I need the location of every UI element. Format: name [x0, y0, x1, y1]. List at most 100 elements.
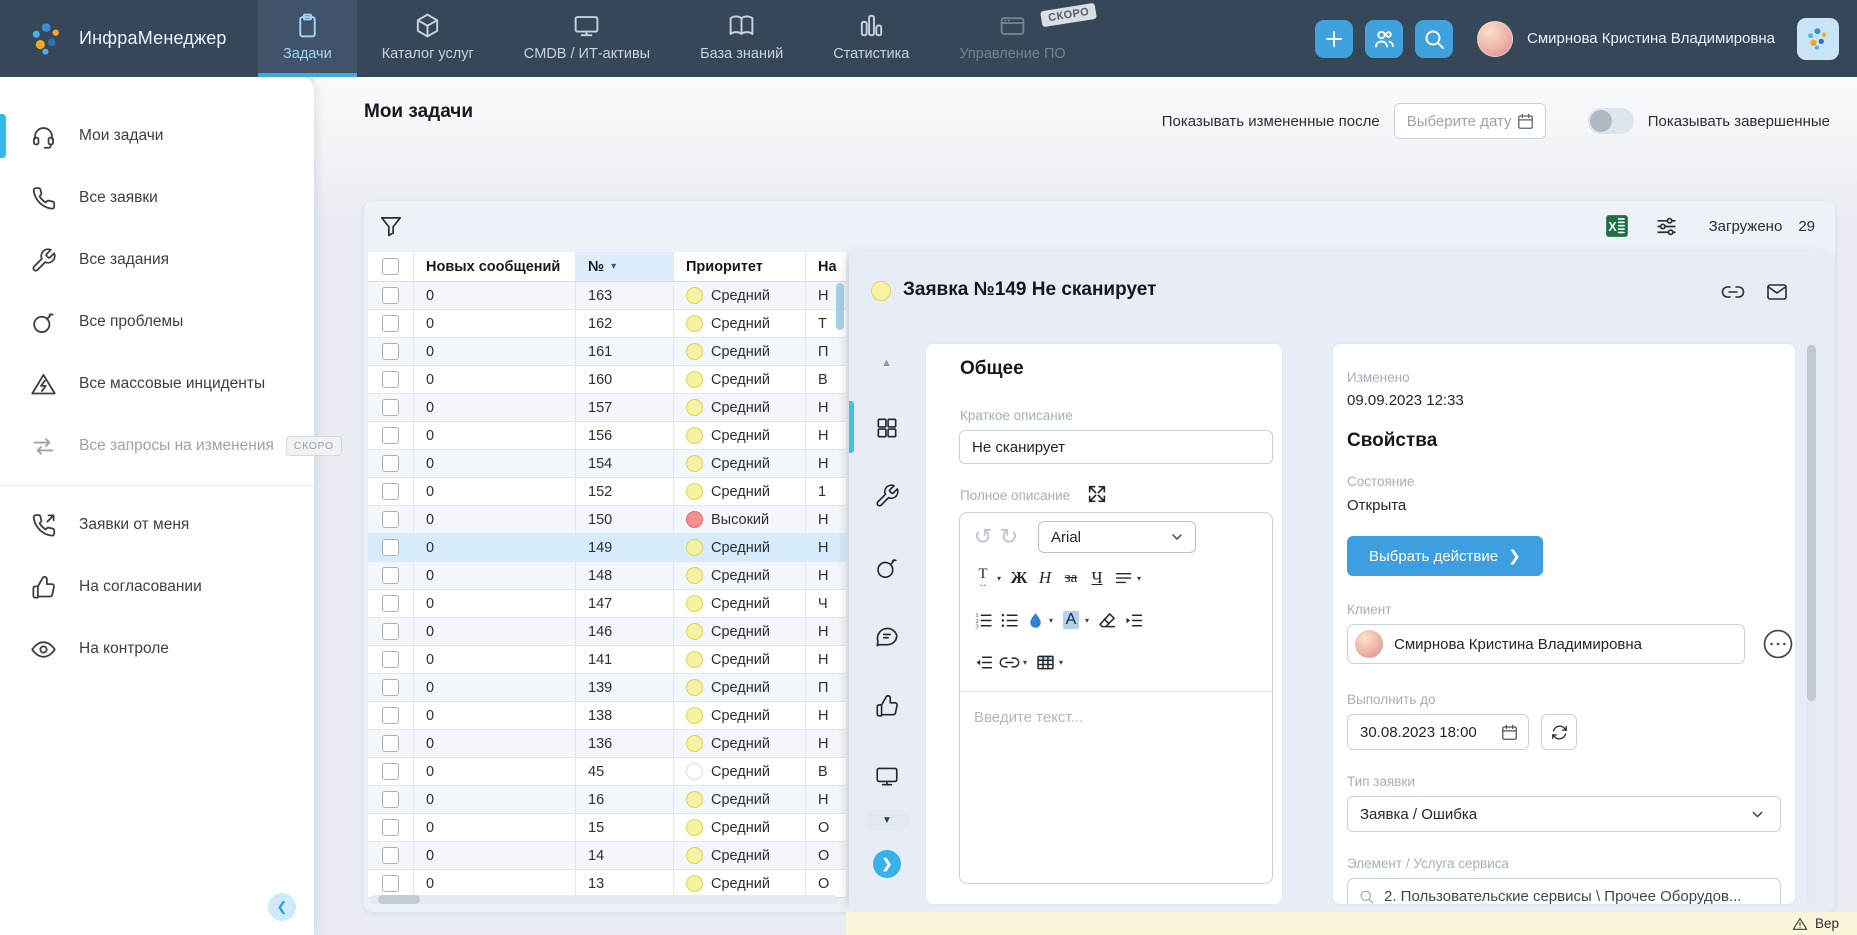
outdent-button[interactable] [970, 647, 996, 677]
sidebar-collapse-button[interactable]: ❮ [268, 893, 296, 921]
nav-item-4[interactable]: База знаний [675, 0, 808, 77]
nav-item-5[interactable]: Статистика [808, 0, 934, 77]
table-row[interactable]: 0160СреднийВ [368, 366, 846, 394]
expand-panel-button[interactable]: ❯ [873, 850, 901, 878]
table-horizontal-scrollbar[interactable] [370, 895, 838, 904]
caret-icon[interactable]: ▾ [1085, 616, 1089, 625]
service-element-input[interactable]: 2. Пользовательские сервисы \ Прочее Обо… [1347, 878, 1781, 905]
insert-table-button[interactable] [1032, 647, 1058, 677]
row-checkbox[interactable] [382, 791, 399, 808]
indent-button[interactable] [1120, 605, 1146, 635]
user-name[interactable]: Смирнова Кристина Владимировна [1527, 30, 1775, 47]
create-button[interactable] [1315, 20, 1353, 58]
italic-button[interactable]: Н [1032, 563, 1058, 593]
table-row[interactable]: 0141СреднийН [368, 646, 846, 674]
table-vertical-scrollbar[interactable] [836, 283, 844, 330]
rich-text-editor[interactable]: ↺ ↻ Arial Т↔▾ Ж Н за Ч [959, 512, 1273, 884]
row-checkbox[interactable] [382, 427, 399, 444]
search-button[interactable] [1415, 20, 1453, 58]
row-checkbox[interactable] [382, 847, 399, 864]
table-row[interactable]: 0146СреднийН [368, 618, 846, 646]
sidebar-item-6[interactable]: Все запросы на измененияСКОРО [0, 415, 314, 477]
show-completed-toggle[interactable] [1588, 108, 1634, 134]
table-row[interactable]: 015СреднийО [368, 814, 846, 842]
redo-button[interactable]: ↻ [996, 522, 1022, 552]
highlight-button[interactable]: A [1058, 605, 1084, 635]
tabs-scroll-down-button[interactable]: ▼ [865, 809, 909, 831]
table-row[interactable]: 0148СреднийН [368, 562, 846, 590]
table-row[interactable]: 016СреднийН [368, 786, 846, 814]
tab-general[interactable] [874, 415, 900, 441]
filter-funnel-button[interactable] [378, 211, 408, 241]
client-more-button[interactable] [1761, 627, 1795, 661]
ordered-list-button[interactable]: 123 [970, 605, 996, 635]
due-date-input[interactable]: 30.08.2023 18:00 [1347, 714, 1529, 750]
table-row[interactable]: 014СреднийО [368, 842, 846, 870]
select-all-checkbox[interactable] [382, 258, 399, 275]
column-header-messages[interactable]: Новых сообщений [414, 252, 576, 281]
table-row[interactable]: 0162СреднийТ [368, 310, 846, 338]
undo-button[interactable]: ↺ [970, 522, 996, 552]
tab-comments[interactable] [874, 623, 900, 649]
tabs-scroll-up-button[interactable]: ▲ [881, 357, 892, 369]
table-row[interactable]: 0149СреднийН [368, 534, 846, 562]
sidebar-item-5[interactable]: Все массовые инциденты [0, 353, 314, 415]
row-checkbox[interactable] [382, 371, 399, 388]
app-switcher-button[interactable] [1797, 18, 1839, 60]
table-row[interactable]: 0139СреднийП [368, 674, 846, 702]
caret-icon[interactable]: ▾ [1023, 658, 1027, 667]
table-row[interactable]: 0136СреднийН [368, 730, 846, 758]
panel-scrollbar[interactable] [1807, 343, 1816, 905]
row-checkbox[interactable] [382, 707, 399, 724]
row-checkbox[interactable] [382, 763, 399, 780]
short-desc-input[interactable]: Не сканирует [959, 430, 1273, 464]
tab-problems[interactable] [874, 555, 900, 581]
expand-editor-button[interactable] [1086, 482, 1110, 506]
nav-item-6[interactable]: Управление ПОСКОРО [934, 0, 1090, 77]
clear-format-button[interactable] [1094, 605, 1120, 635]
select-all-checkbox-cell[interactable] [368, 252, 414, 281]
export-excel-button[interactable]: X [1604, 213, 1630, 239]
row-checkbox[interactable] [382, 483, 399, 500]
row-checkbox[interactable] [382, 455, 399, 472]
caret-icon[interactable]: ▾ [1049, 616, 1053, 625]
nav-item-3[interactable]: CMDB / ИТ-активы [499, 0, 675, 77]
caret-icon[interactable]: ▾ [1137, 574, 1141, 583]
table-row[interactable]: 0147СреднийЧ [368, 590, 846, 618]
caret-icon[interactable]: ▾ [997, 574, 1001, 583]
client-field[interactable]: Смирнова Кристина Владимировна [1347, 624, 1745, 664]
table-row[interactable]: 045СреднийВ [368, 758, 846, 786]
text-transform-button[interactable]: Т↔ [970, 563, 996, 593]
tab-approvals[interactable] [874, 693, 900, 719]
row-checkbox[interactable] [382, 595, 399, 612]
table-row[interactable]: 0156СреднийН [368, 422, 846, 450]
row-checkbox[interactable] [382, 343, 399, 360]
recalc-due-button[interactable] [1541, 714, 1577, 750]
row-checkbox[interactable] [382, 651, 399, 668]
scrollbar-thumb[interactable] [378, 895, 420, 904]
table-row[interactable]: 0161СреднийП [368, 338, 846, 366]
tab-assets[interactable] [874, 763, 900, 789]
column-settings-button[interactable] [1654, 214, 1679, 239]
row-checkbox[interactable] [382, 819, 399, 836]
sidebar-item-7[interactable]: Заявки от меня [0, 494, 314, 556]
sidebar-item-8[interactable]: На согласовании [0, 556, 314, 618]
underline-button[interactable]: Ч [1084, 563, 1110, 593]
caret-icon[interactable]: ▾ [1059, 658, 1063, 667]
sidebar-item-9[interactable]: На контроле [0, 618, 314, 680]
bullet-list-button[interactable] [996, 605, 1022, 635]
table-row[interactable]: 0154СреднийН [368, 450, 846, 478]
date-filter-input[interactable]: Выберите дату [1394, 103, 1546, 139]
table-row[interactable]: 0138СреднийН [368, 702, 846, 730]
table-row[interactable]: 013СреднийО [368, 870, 846, 898]
choose-action-button[interactable]: Выбрать действие❯ [1347, 536, 1543, 576]
table-row[interactable]: 0150ВысокийН [368, 506, 846, 534]
row-checkbox[interactable] [382, 399, 399, 416]
column-header-priority[interactable]: Приоритет [674, 252, 806, 281]
insert-link-button[interactable] [996, 647, 1022, 677]
font-family-select[interactable]: Arial [1038, 521, 1196, 553]
row-checkbox[interactable] [382, 623, 399, 640]
row-checkbox[interactable] [382, 567, 399, 584]
row-checkbox[interactable] [382, 315, 399, 332]
table-row[interactable]: 0157СреднийН [368, 394, 846, 422]
